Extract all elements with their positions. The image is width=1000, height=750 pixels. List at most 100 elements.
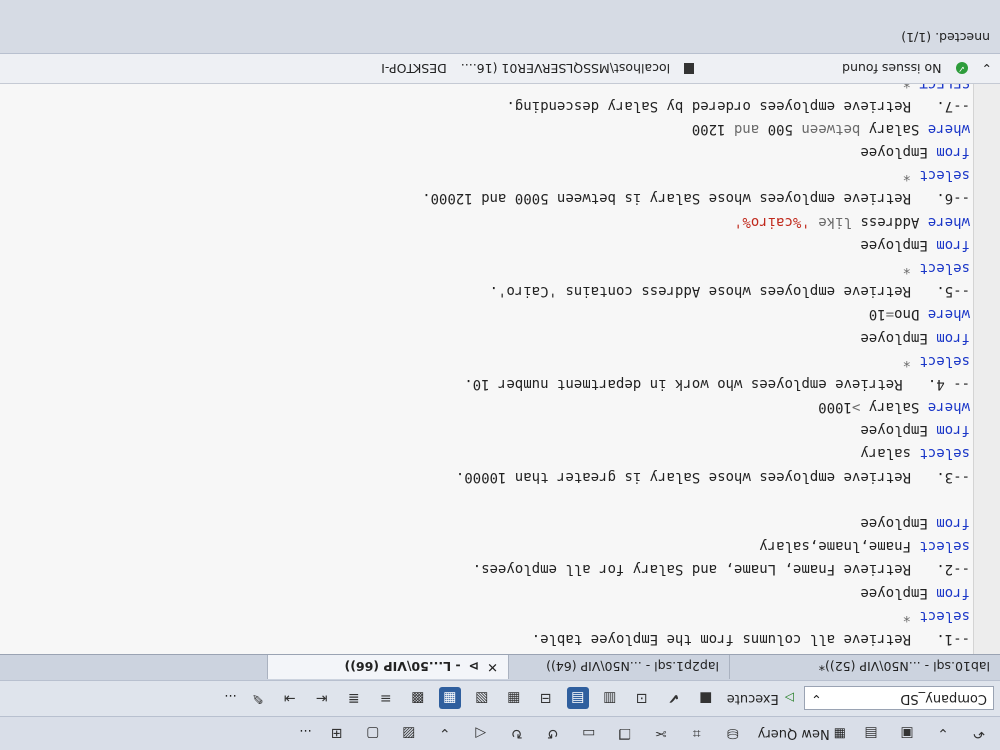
code-token: --1. Retrieve all columns from the Emplo… (531, 631, 970, 647)
paste-icon[interactable]: ▭ (578, 723, 600, 745)
uncomment-icon[interactable]: ≣ (343, 688, 365, 710)
code-token: from (936, 515, 970, 532)
undo-icon[interactable]: ↺ (542, 723, 564, 745)
code-line[interactable]: from Employee (422, 418, 970, 441)
code-line[interactable]: select * (422, 163, 970, 186)
open-file-icon[interactable]: ▤ (860, 723, 882, 745)
code-token: * (903, 84, 920, 91)
analysis-icon[interactable]: ⌗ (686, 723, 708, 745)
code-line[interactable]: where Address like '%cairo%' (422, 209, 970, 232)
code-token: where (927, 120, 970, 137)
connection-status: nnected. (1/1) (901, 30, 990, 45)
cut-icon[interactable]: ✂ (650, 723, 672, 745)
comment-icon[interactable]: ≡ (375, 688, 397, 710)
code-token: where (927, 399, 970, 416)
query-options-icon[interactable]: ▥ (599, 688, 621, 710)
code-token: 500 (759, 120, 802, 137)
code-line[interactable]: from Employee (422, 140, 970, 163)
pin-icon[interactable]: ⊳ (469, 660, 479, 675)
code-line[interactable]: --5. Retrieve employees whose Address co… (422, 279, 970, 302)
code-line[interactable]: from Employee (422, 325, 970, 348)
chevron-down-icon[interactable]: ⌄ (982, 61, 992, 76)
code-line[interactable]: --2. Retrieve Fname, Lname, and Salary f… (422, 557, 970, 580)
tab-label: lap2p1.sql - ...N50\VIP (64)) (546, 659, 719, 675)
toolbox-icon[interactable]: ⊞ (326, 723, 348, 745)
toolbar1-overflow[interactable]: ... (299, 726, 311, 741)
increase-indent-icon[interactable]: ⇥ (279, 688, 301, 710)
code-line[interactable]: --3. Retrieve employees whose Salary is … (422, 465, 970, 488)
code-line[interactable]: where Dno=10 (422, 302, 970, 325)
chevron-down-icon: ⌄ (811, 691, 822, 706)
object-explorer-icon[interactable]: ▨ (398, 723, 420, 745)
code-token: > (851, 399, 861, 416)
chevron-down-icon[interactable]: ⌄ (434, 723, 456, 745)
execute-button[interactable]: ▷ Execute (727, 691, 794, 706)
live-stats-icon[interactable]: ▦ (503, 688, 525, 710)
code-area[interactable]: --1. Retrieve all columns from the Emplo… (422, 84, 970, 650)
code-token: select (919, 445, 970, 462)
database-selector[interactable]: Company_SD ⌄ (804, 686, 994, 711)
code-token: --3. Retrieve employees whose Salary is … (455, 468, 970, 485)
toolbar2-overflow[interactable]: ... (224, 691, 236, 706)
code-token: = (885, 306, 895, 323)
include-plan-icon[interactable]: ⊟ (535, 688, 557, 710)
results-to-text-icon[interactable]: ▤ (566, 687, 589, 710)
code-line[interactable]: -- 4. Retrieve employees who work in dep… (422, 372, 970, 395)
save-icon[interactable]: ▣ (896, 723, 918, 745)
redo-icon[interactable]: ↻ (506, 723, 528, 745)
properties-icon[interactable]: ▢ (362, 723, 384, 745)
code-line[interactable]: from Employee (422, 580, 970, 603)
code-token: * (902, 352, 920, 369)
code-token: Employee (860, 422, 937, 439)
connection-bar: nnected. (1/1) (0, 0, 1000, 54)
estimated-plan-icon[interactable]: ⊡ (631, 688, 653, 710)
code-token: like (818, 213, 852, 230)
code-token: select (919, 167, 970, 184)
results-to-file-icon[interactable]: ▩ (407, 688, 429, 710)
client-stats-icon[interactable]: ▧ (471, 688, 493, 710)
code-line[interactable]: select * (422, 604, 970, 627)
tab-lab10[interactable]: lab10.sql - ...N50\VIP (52))* (729, 655, 1000, 679)
close-icon[interactable]: ✕ (487, 660, 498, 675)
code-line[interactable]: SELECT * (422, 84, 970, 94)
code-line[interactable]: from Employee (422, 511, 970, 534)
decrease-indent-icon[interactable]: ⇤ (311, 688, 333, 710)
code-line[interactable]: select Fname,lname,salary (422, 534, 970, 557)
code-token: 1000 (818, 399, 852, 416)
dropdown-icon[interactable]: ⌄ (932, 723, 954, 745)
code-token: salary (860, 445, 920, 462)
tab-current-query[interactable]: ✕ ⊳ - L...50\VIP (66)) (267, 655, 508, 679)
code-line[interactable]: select salary (422, 441, 970, 464)
code-line[interactable]: --7. Retrieve employees ordered by Salar… (422, 94, 970, 117)
code-line[interactable]: --6. Retrieve employees whose Salary is … (422, 186, 970, 209)
database-query-icon[interactable]: ⛁ (722, 723, 744, 745)
new-query-label: New Query (757, 726, 830, 741)
server-name: localhost\MSSQLSERVER01 (16.... (460, 61, 671, 76)
code-line[interactable]: select * (422, 256, 970, 279)
back-icon[interactable]: ↶ (968, 723, 990, 745)
copy-icon[interactable]: ❐ (614, 723, 636, 745)
stop-icon[interactable]: ■ (695, 688, 717, 710)
code-line[interactable]: where Salary between 500 and 1200 (422, 117, 970, 140)
editor-status-bar: ⌄ ✓ No issues found localhost\MSSQLSERVE… (0, 54, 1000, 84)
code-token: Employee (860, 329, 937, 346)
issues-status[interactable]: No issues found (842, 61, 941, 76)
results-to-grid-icon[interactable]: ▦ (438, 687, 461, 710)
database-name: Company_SD (900, 691, 987, 706)
code-line[interactable]: --1. Retrieve all columns from the Emplo… (422, 627, 970, 650)
new-query-button[interactable]: ▦ New Query (758, 726, 846, 741)
code-line[interactable]: where Salary >1000 (422, 395, 970, 418)
specify-values-icon[interactable]: ✎ (247, 688, 269, 710)
code-line[interactable]: from Employee (422, 233, 970, 256)
query-editor[interactable]: --1. Retrieve all columns from the Emplo… (0, 84, 1000, 654)
code-line[interactable]: select * (422, 349, 970, 372)
navigate-back-icon[interactable]: ◁ (470, 723, 492, 745)
server-icon (684, 63, 695, 74)
code-token: * (902, 167, 920, 184)
tab-lap2p1[interactable]: lap2p1.sql - ...N50\VIP (64)) (508, 655, 729, 679)
parse-checkmark-icon[interactable]: ✔ (663, 688, 685, 710)
code-token: * (902, 607, 920, 624)
machine-name: DESKTOP-I (381, 61, 447, 76)
code-line[interactable] (422, 488, 970, 511)
code-token: Fname,lname,salary (759, 538, 920, 555)
